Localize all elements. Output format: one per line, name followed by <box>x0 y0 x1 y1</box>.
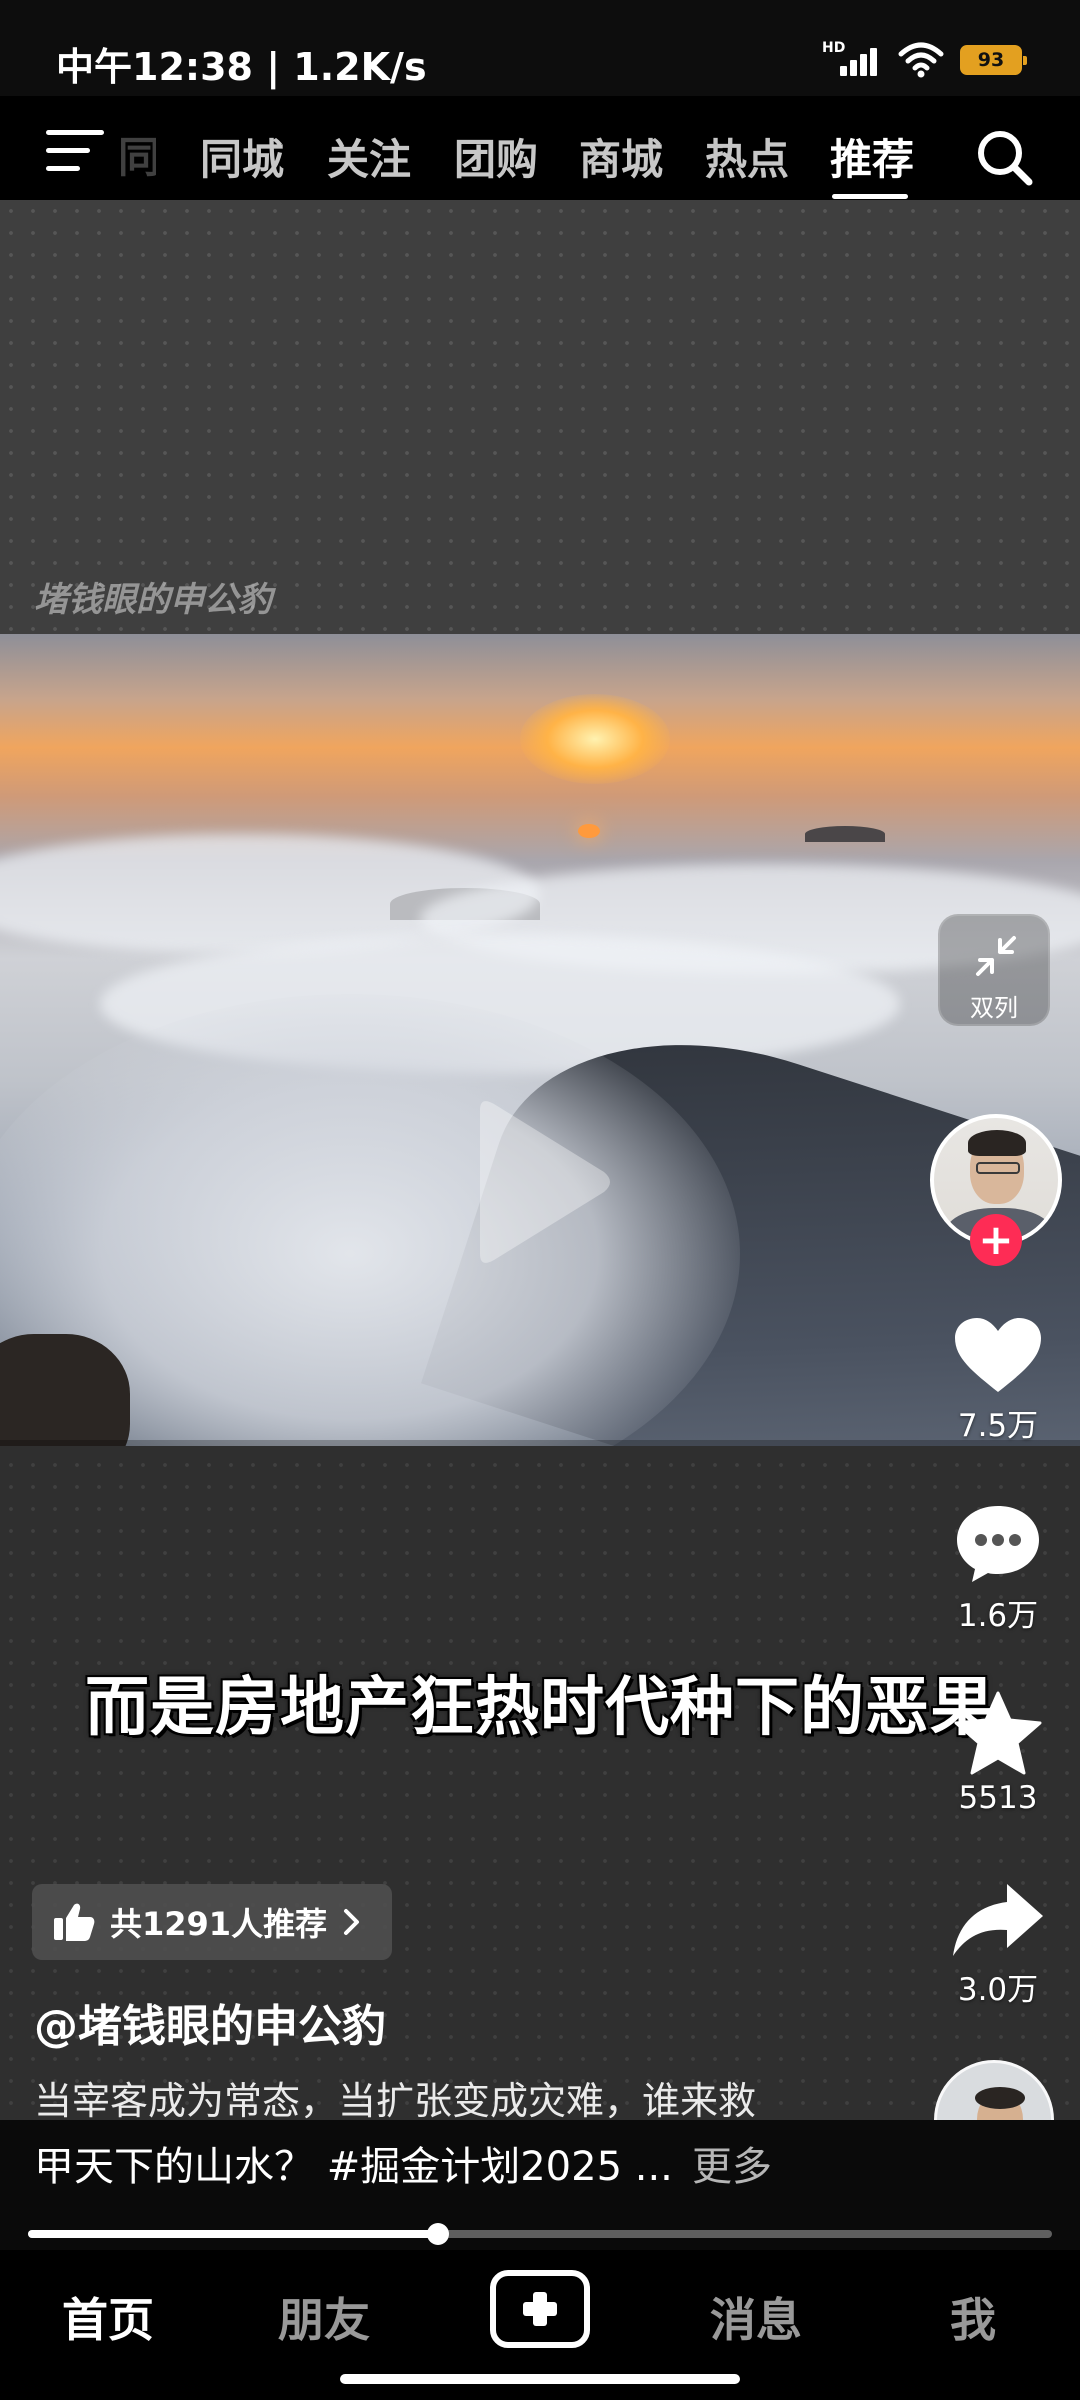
expand-more-link[interactable]: 更多 <box>692 2134 772 2192</box>
dual-column-button[interactable]: 双列 <box>938 914 1050 1026</box>
share-count: 3.0万 <box>957 1972 1039 2008</box>
nav-messages[interactable]: 消息 <box>710 2284 802 2350</box>
hd-label: HD <box>822 40 846 56</box>
video-caption: 而是房地产狂热时代种下的恶果 <box>85 1671 995 1745</box>
collapse-arrows-icon <box>976 936 1016 976</box>
progress-handle[interactable] <box>426 2223 449 2245</box>
video-progress-bar[interactable] <box>0 2218 1080 2250</box>
top-nav: 同 同城 关注 团购 商城 热点 推荐 <box>0 96 1080 200</box>
follow-button[interactable]: + <box>970 1214 1022 1266</box>
create-post-button[interactable] <box>490 2270 590 2348</box>
star-icon <box>954 1691 1042 1775</box>
tab-recommended[interactable]: 推荐 <box>830 126 914 187</box>
status-bar: 中午12:38 | 1.2K/s HD 93 <box>0 0 1080 96</box>
tab-following[interactable]: 关注 <box>327 126 411 187</box>
share-arrow-icon <box>953 1884 1043 1956</box>
tab-mall[interactable]: 商城 <box>579 126 663 187</box>
battery-level: 93 <box>977 49 1005 71</box>
author-username[interactable]: @堵钱眼的申公豹 <box>34 1990 386 2054</box>
heart-icon <box>955 1318 1041 1392</box>
status-time: 中午12:38 | 1.2K/s <box>56 45 427 89</box>
comment-count: 1.6万 <box>957 1598 1039 1634</box>
active-tab-indicator <box>832 194 908 199</box>
progress-fill <box>28 2230 438 2238</box>
bottom-nav: 首页 朋友 消息 我 <box>0 2250 1080 2400</box>
video-description-row: 甲天下的山水？ #掘金计划2025 ... 更多 <box>0 2120 1080 2218</box>
recommend-pill[interactable]: 共1291人推荐 <box>32 1884 392 1960</box>
favorite-count: 5513 <box>958 1780 1038 1816</box>
like-button[interactable]: 7.5万 <box>930 1316 1066 1445</box>
comment-bubble-icon <box>957 1506 1039 1582</box>
video-watermark: 堵钱眼的申公豹 <box>34 580 272 620</box>
tab-group-buy[interactable]: 团购 <box>454 126 538 187</box>
video-frame-sea-of-clouds <box>0 634 1080 1446</box>
nav-home[interactable]: 首页 <box>62 2284 154 2350</box>
tab-trending[interactable]: 热点 <box>705 126 789 187</box>
like-count: 7.5万 <box>957 1408 1039 1444</box>
cellular-signal-icon: HD <box>822 40 882 80</box>
thumbs-up-icon <box>54 1903 95 1941</box>
progress-track[interactable] <box>28 2223 1052 2245</box>
play-icon[interactable] <box>468 1092 618 1272</box>
search-icon[interactable] <box>975 128 1033 186</box>
comment-button[interactable]: 1.6万 <box>930 1502 1066 1635</box>
video-description-line1: 当宰客成为常态，当扩张变成灾难，谁来救 <box>34 2079 757 2123</box>
nav-me[interactable]: 我 <box>950 2284 996 2350</box>
tab-partial[interactable]: 同 <box>118 124 156 185</box>
favorite-button[interactable]: 5513 <box>930 1690 1066 1816</box>
tab-same-city[interactable]: 同城 <box>200 126 284 187</box>
recommend-count-text: 共1291人推荐 <box>110 1905 328 1943</box>
battery-icon: 93 <box>960 45 1027 75</box>
video-description-line2: 甲天下的山水？ #掘金计划2025 ... <box>34 2144 673 2190</box>
status-icons: HD 93 <box>822 40 1027 80</box>
home-indicator[interactable] <box>340 2374 740 2384</box>
share-button[interactable]: 3.0万 <box>930 1880 1066 2009</box>
menu-icon[interactable] <box>46 130 104 172</box>
dual-column-label: 双列 <box>970 994 1018 1022</box>
chevron-right-icon <box>344 1909 360 1935</box>
nav-friends[interactable]: 朋友 <box>278 2284 370 2350</box>
wifi-icon <box>898 42 944 78</box>
